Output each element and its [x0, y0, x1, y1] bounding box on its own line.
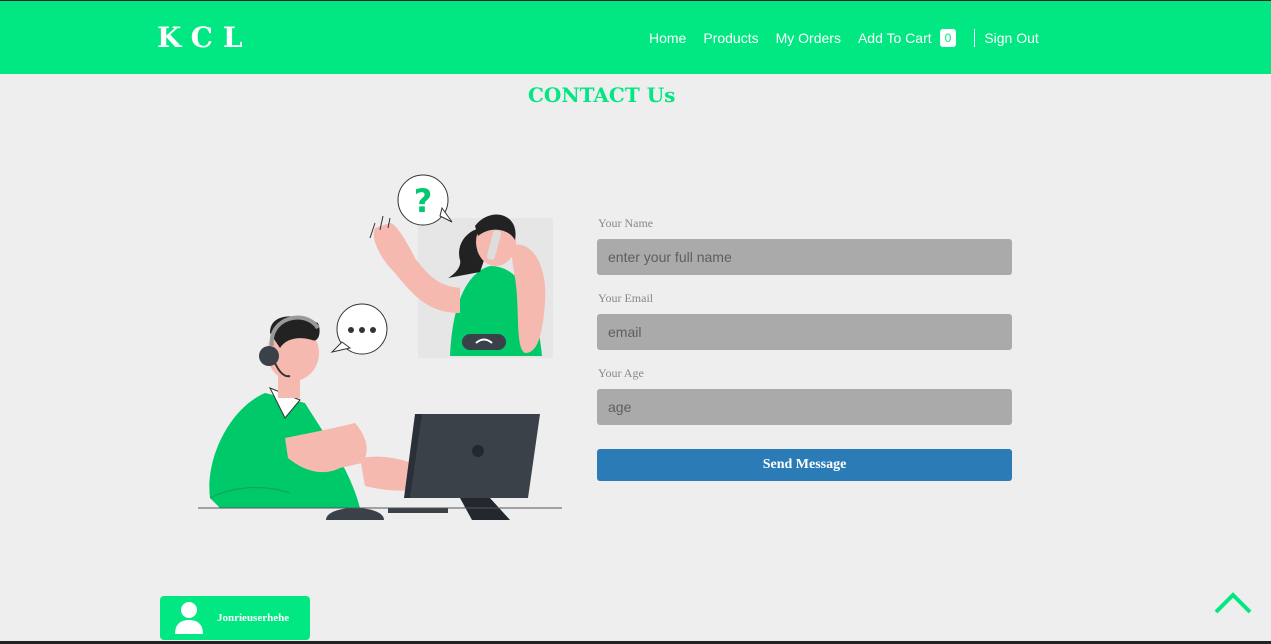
send-message-button[interactable]: Send Message [597, 449, 1012, 481]
nav-sign-out-link[interactable]: Sign Out [984, 30, 1038, 46]
username: Jonrieuserhehe [217, 612, 290, 624]
navbar: KCL Home Products My Orders Add To Cart … [0, 0, 1271, 74]
cart-count-badge: 0 [939, 29, 957, 47]
name-label: Your Name [598, 216, 654, 230]
site-logo[interactable]: KCL [157, 21, 253, 54]
email-input[interactable] [597, 314, 1012, 350]
name-input[interactable] [597, 239, 1012, 275]
nav-home-link[interactable]: Home [649, 30, 686, 46]
page-title: CONTACT Us [528, 83, 676, 107]
contact-form: Your Name Your Email Your Age Send Messa… [597, 214, 1012, 481]
question-bubble: ? [397, 174, 453, 226]
user-badge[interactable]: Jonrieuserhehe [160, 596, 310, 640]
nav-divider [974, 29, 976, 47]
customer-support-illustration: ? [198, 174, 562, 520]
user-icon [175, 602, 203, 634]
add-to-cart-label: Add To Cart [857, 30, 932, 46]
email-label: Your Email [598, 291, 654, 305]
age-input[interactable] [597, 389, 1012, 425]
nav-my-orders-link[interactable]: My Orders [776, 30, 841, 46]
support-agent [209, 315, 430, 508]
nav-menu: Home Products My Orders Add To Cart 0 Si… [649, 29, 1056, 47]
nav-add-to-cart-link[interactable]: Add To Cart 0 [857, 29, 957, 47]
chevron-up-icon[interactable] [1213, 588, 1253, 616]
nav-products-link[interactable]: Products [703, 30, 758, 46]
svg-text:?: ? [414, 182, 433, 220]
age-label: Your Age [598, 366, 644, 380]
typing-bubble [330, 303, 388, 355]
